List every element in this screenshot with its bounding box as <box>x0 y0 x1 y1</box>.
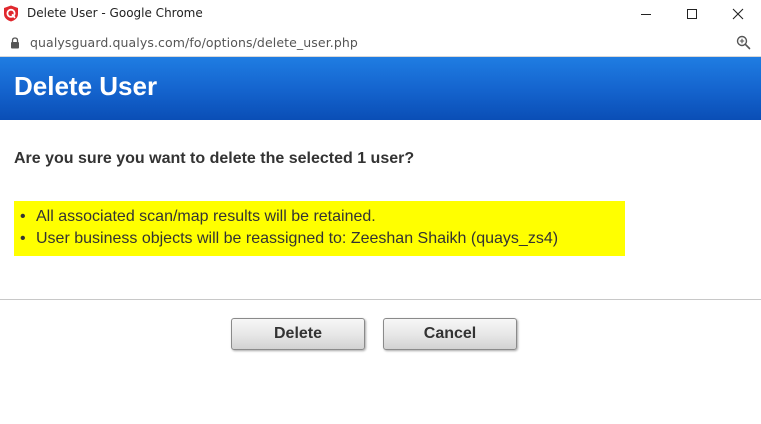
minimize-button[interactable] <box>623 0 669 27</box>
zoom-icon[interactable] <box>736 35 751 50</box>
bullet-icon: • <box>20 208 26 225</box>
qualys-shield-icon <box>4 5 18 22</box>
close-button[interactable] <box>715 0 761 27</box>
notice-item: • All associated scan/map results will be… <box>20 206 625 228</box>
lock-icon <box>11 37 19 49</box>
bullet-icon: • <box>20 230 26 247</box>
maximize-button[interactable] <box>669 0 715 27</box>
notice-text: All associated scan/map results will be … <box>36 208 376 225</box>
close-icon <box>732 8 744 19</box>
url-text[interactable]: qualysguard.qualys.com/fo/options/delete… <box>30 35 358 50</box>
notice-item: • User business objects will be reassigne… <box>20 228 625 250</box>
window-title: Delete User - Google Chrome <box>27 6 203 20</box>
page-header: Delete User <box>0 57 761 120</box>
maximize-icon <box>687 8 697 19</box>
cancel-button[interactable]: Cancel <box>383 318 517 350</box>
window-titlebar: Delete User - Google Chrome <box>0 0 761 27</box>
warning-notice: • All associated scan/map results will be… <box>14 201 625 256</box>
notice-text: User business objects will be reassigned… <box>36 230 559 247</box>
divider <box>0 299 761 300</box>
page-title: Delete User <box>14 71 158 101</box>
notice-list: • All associated scan/map results will be… <box>20 206 625 250</box>
minimize-icon <box>641 13 651 15</box>
confirmation-question: Are you sure you want to delete the sele… <box>14 150 415 167</box>
address-bar[interactable]: qualysguard.qualys.com/fo/options/delete… <box>0 27 761 57</box>
delete-button[interactable]: Delete <box>231 318 365 350</box>
